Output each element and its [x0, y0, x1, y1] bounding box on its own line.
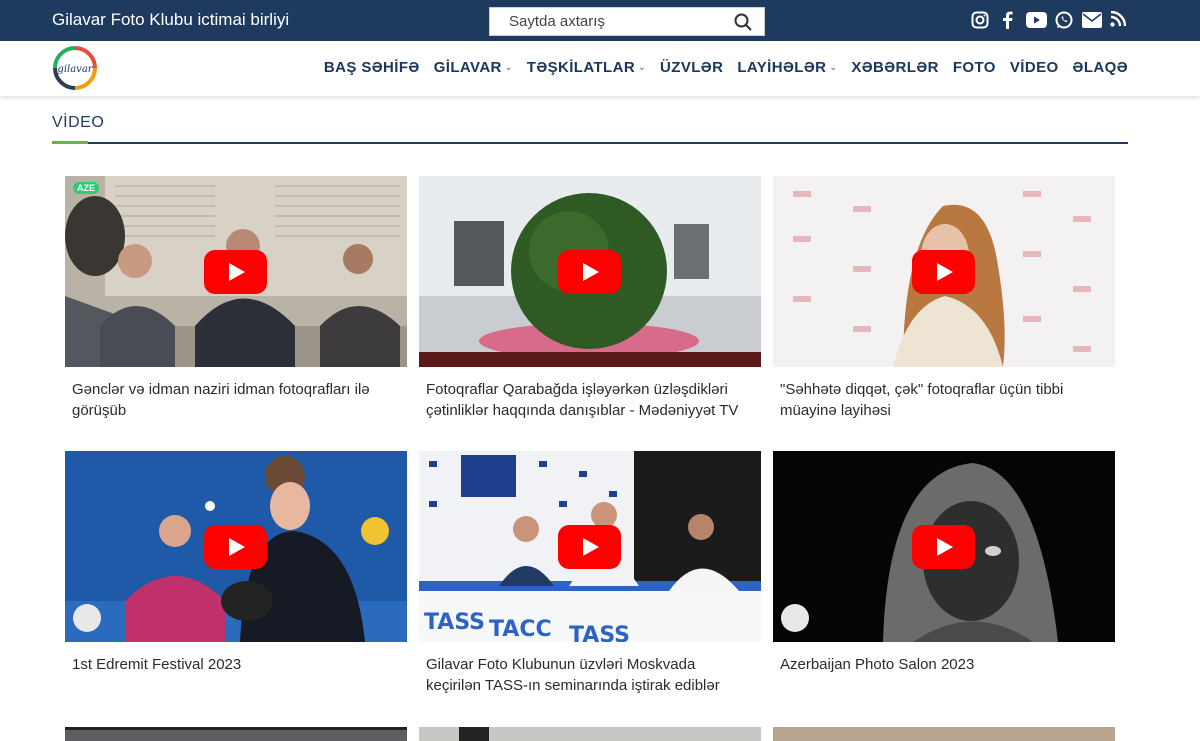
svg-text:TACC: TACC [489, 617, 552, 642]
video-card[interactable]: 1st Edremit Festival 2023 [65, 451, 407, 676]
whatsapp-icon[interactable] [1055, 11, 1075, 31]
facebook-icon[interactable] [1001, 11, 1021, 31]
mail-icon[interactable] [1082, 11, 1104, 31]
video-thumbnail[interactable] [773, 451, 1115, 642]
youtube-icon[interactable] [1026, 11, 1048, 31]
nav-contact[interactable]: ƏLAQƏ [1073, 59, 1128, 76]
video-thumbnail[interactable]: AZE [65, 176, 407, 367]
chevron-down-icon: ⌄ [829, 62, 838, 72]
play-button-icon[interactable] [204, 525, 267, 569]
video-card[interactable]: AZE Gənclər və idman naziri idman fotoqr… [65, 176, 407, 421]
nav-organizations[interactable]: TƏŞKİLATLAR ⌄ [527, 59, 646, 76]
video-thumbnail[interactable] [65, 451, 407, 642]
play-button-icon[interactable] [912, 525, 975, 569]
video-card[interactable]: Fotoqraflar Qarabağda işləyərkən üzləşdi… [419, 176, 761, 421]
nav-photo[interactable]: FOTO [953, 59, 996, 76]
rss-icon[interactable] [1110, 10, 1130, 31]
play-button-icon[interactable] [558, 250, 621, 294]
search-input[interactable] [490, 8, 730, 35]
search-box [489, 7, 765, 36]
language-badge: AZE [73, 182, 99, 194]
video-card[interactable]: "Səhhətə diqqət, çək" fotoqraflar üçün t… [773, 176, 1115, 421]
section-divider [52, 142, 1128, 144]
video-thumbnail[interactable] [65, 727, 407, 741]
main-nav: BAŞ SƏHİFƏ GİLAVAR ⌄ TƏŞKİLATLAR ⌄ ÜZVLƏR … [310, 59, 1128, 76]
video-thumbnail[interactable] [419, 176, 761, 367]
search-icon[interactable] [734, 13, 752, 31]
play-button-icon[interactable] [912, 250, 975, 294]
nav-home[interactable]: BAŞ SƏHİFƏ [324, 59, 420, 76]
video-title[interactable]: Azerbaijan Photo Salon 2023 [773, 655, 1103, 676]
svg-text:TASS: TASS [569, 623, 630, 642]
video-thumbnail[interactable] [419, 727, 761, 741]
top-bar: Gilavar Foto Klubu ictimai birliyi [0, 0, 1200, 41]
svg-text:TASS: TASS [424, 610, 485, 635]
channel-logo [781, 604, 809, 632]
video-card[interactable]: Azerbaijan Photo Salon 2023 [773, 451, 1115, 676]
main-navbar: gilavar BAŞ SƏHİFƏ GİLAVAR ⌄ TƏŞKİLATLAR ⌄… [0, 41, 1200, 96]
video-thumbnail[interactable] [773, 727, 1115, 741]
video-title[interactable]: "Səhhətə diqqət, çək" fotoqraflar üçün t… [773, 380, 1103, 421]
video-title[interactable]: Gənclər və idman naziri idman fotoqrafla… [65, 380, 395, 421]
section-accent [52, 141, 88, 144]
play-button-icon[interactable] [204, 250, 267, 294]
nav-news[interactable]: XƏBƏRLƏR [851, 59, 939, 76]
video-thumbnail[interactable] [773, 176, 1115, 367]
chevron-down-icon: ⌄ [638, 62, 647, 72]
video-title[interactable]: Gilavar Foto Klubunun üzvləri Moskvada k… [419, 655, 749, 696]
svg-text:gilavar: gilavar [57, 64, 93, 75]
channel-logo [73, 604, 101, 632]
site-title[interactable]: Gilavar Foto Klubu ictimai birliyi [52, 10, 289, 30]
play-button-icon[interactable] [558, 525, 621, 569]
instagram-icon[interactable] [971, 11, 991, 31]
video-card[interactable]: TASS TACC TASS Gilavar Foto Klubunun üzvlə… [419, 451, 761, 696]
nav-members[interactable]: ÜZVLƏR [660, 59, 723, 76]
nav-projects[interactable]: LAYİHƏLƏR ⌄ [737, 59, 837, 76]
nav-video[interactable]: VİDEO [1010, 59, 1059, 76]
nav-gilavar[interactable]: GİLAVAR ⌄ [434, 59, 513, 76]
video-title[interactable]: Fotoqraflar Qarabağda işləyərkən üzləşdi… [419, 380, 749, 421]
chevron-down-icon: ⌄ [504, 62, 513, 72]
site-logo[interactable]: gilavar [52, 44, 98, 92]
section-title: VİDEO [52, 114, 105, 131]
video-thumbnail[interactable]: TASS TACC TASS [419, 451, 761, 642]
video-title[interactable]: 1st Edremit Festival 2023 [65, 655, 395, 676]
